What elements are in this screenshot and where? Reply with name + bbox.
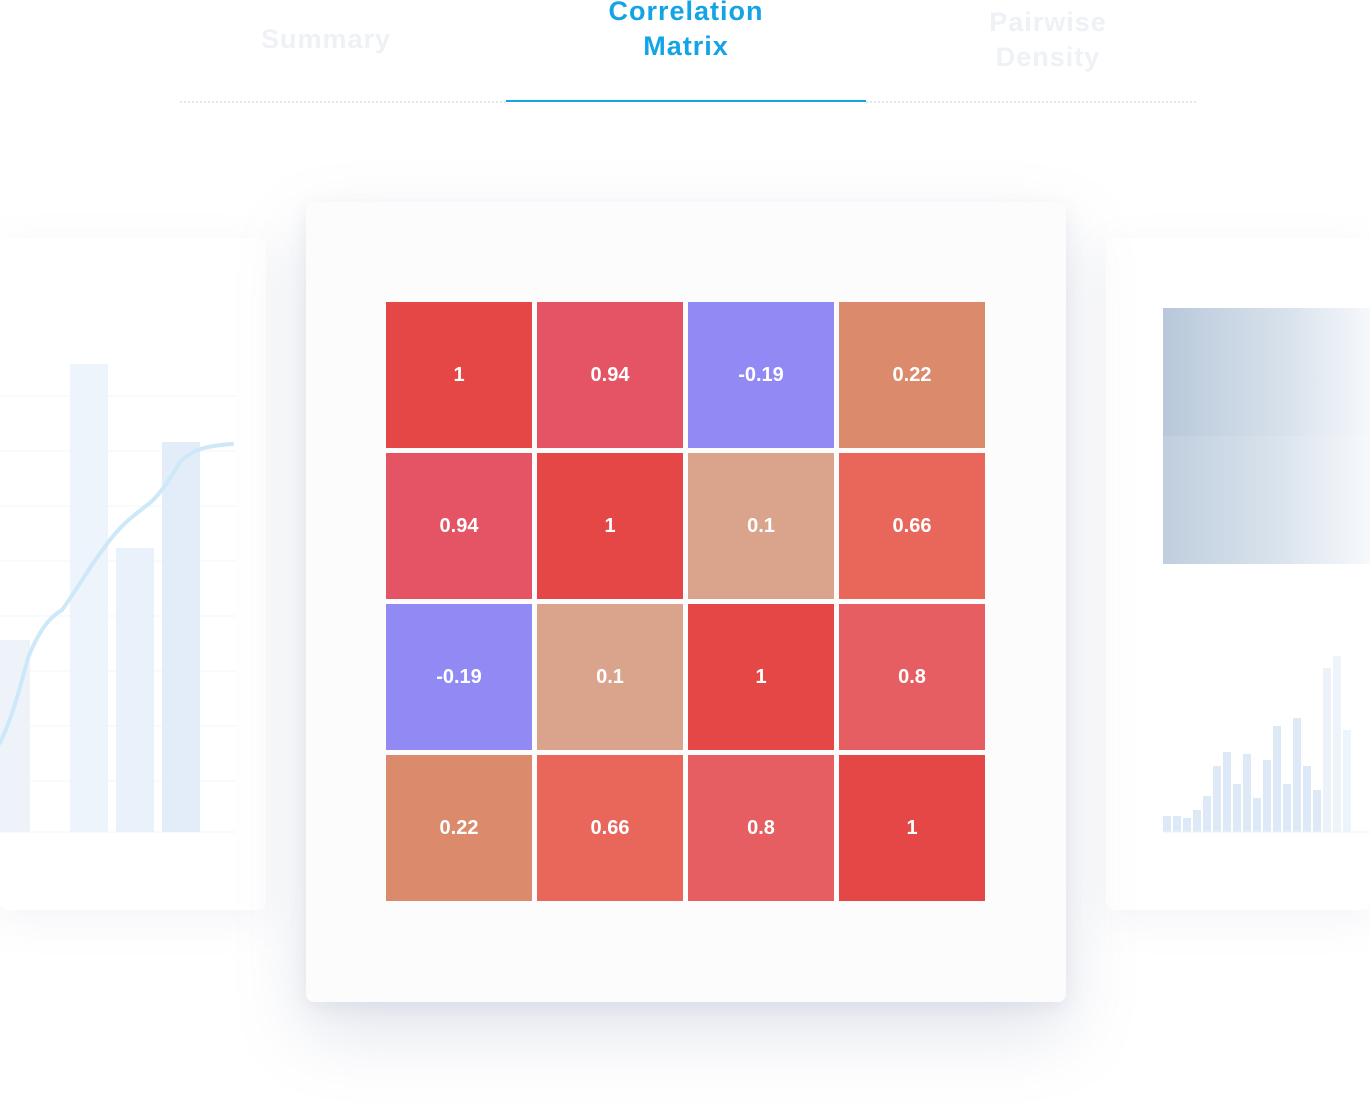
histogram-bar bbox=[1253, 798, 1261, 832]
histogram-bar bbox=[1233, 784, 1241, 832]
heatmap-cell[interactable]: 1 bbox=[537, 453, 683, 599]
heatmap-cell[interactable]: 0.22 bbox=[386, 755, 532, 901]
tab-summary[interactable]: Summary bbox=[206, 22, 446, 57]
histogram-bar bbox=[1263, 760, 1271, 832]
heatmap-cell[interactable]: 0.94 bbox=[386, 453, 532, 599]
density-preview-histogram bbox=[1163, 656, 1351, 832]
tab-divider-right bbox=[866, 101, 1196, 103]
heatmap-cell[interactable]: 0.8 bbox=[688, 755, 834, 901]
heatmap-cell[interactable]: 0.8 bbox=[839, 604, 985, 750]
density-preview-block bbox=[1163, 436, 1370, 564]
tab-correlation-matrix[interactable]: Correlation Matrix bbox=[566, 0, 806, 64]
tab-pairwise-density[interactable]: Pairwise Density bbox=[928, 5, 1168, 75]
histogram-bar bbox=[1193, 810, 1201, 832]
histogram-bar bbox=[1273, 726, 1281, 832]
histogram-bar bbox=[1183, 818, 1191, 832]
heatmap-cell[interactable]: 0.66 bbox=[839, 453, 985, 599]
histogram-bar bbox=[1243, 754, 1251, 832]
histogram-bar bbox=[1163, 816, 1171, 832]
summary-preview-chart bbox=[0, 364, 236, 833]
active-tab-indicator bbox=[506, 100, 866, 102]
summary-preview-bar bbox=[70, 364, 108, 832]
heatmap-cell[interactable]: -0.19 bbox=[688, 302, 834, 448]
heatmap-cell[interactable]: 0.1 bbox=[537, 604, 683, 750]
heatmap-cell[interactable]: 1 bbox=[386, 302, 532, 448]
heatmap-cell[interactable]: -0.19 bbox=[386, 604, 532, 750]
histogram-bar bbox=[1333, 656, 1341, 832]
histogram-bar bbox=[1343, 730, 1351, 832]
histogram-bar bbox=[1203, 796, 1211, 832]
density-preview-block bbox=[1163, 308, 1370, 436]
summary-preview-card[interactable] bbox=[0, 238, 266, 910]
heatmap-cell[interactable]: 0.22 bbox=[839, 302, 985, 448]
tab-divider-left bbox=[180, 101, 506, 103]
pairwise-density-preview-card[interactable] bbox=[1106, 238, 1370, 910]
histogram-bar bbox=[1323, 668, 1331, 832]
histogram-bar bbox=[1213, 766, 1221, 832]
histogram-bar bbox=[1293, 718, 1301, 832]
heatmap-cell[interactable]: 1 bbox=[688, 604, 834, 750]
summary-preview-bar bbox=[162, 442, 200, 832]
histogram-bar bbox=[1223, 752, 1231, 832]
heatmap-cell[interactable]: 0.1 bbox=[688, 453, 834, 599]
histogram-bar bbox=[1303, 766, 1311, 832]
histogram-bar bbox=[1313, 790, 1321, 832]
histogram-bar bbox=[1173, 816, 1181, 832]
heatmap-cell[interactable]: 1 bbox=[839, 755, 985, 901]
histogram-bar bbox=[1283, 784, 1291, 832]
heatmap-cell[interactable]: 0.94 bbox=[537, 302, 683, 448]
correlation-matrix-heatmap: 1 0.94 -0.19 0.22 0.94 1 0.1 0.66 -0.19 0.1 1 0.8 0.… bbox=[386, 302, 986, 902]
heatmap-cell[interactable]: 0.66 bbox=[537, 755, 683, 901]
summary-preview-bar bbox=[116, 548, 154, 832]
pairwise-density-preview-chart bbox=[1163, 308, 1370, 833]
